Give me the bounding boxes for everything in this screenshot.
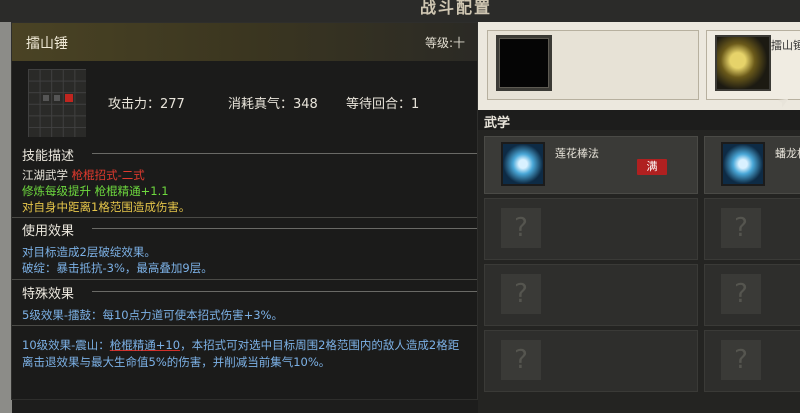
range-cell: [43, 95, 49, 101]
growth-text: 修炼每级提升 枪棍精通+1.1: [22, 184, 169, 198]
attack-stat: 攻击力：277: [108, 97, 185, 112]
section-special-effect-label: 特殊效果: [22, 287, 75, 302]
hammer-icon: [715, 35, 771, 91]
skill-name: 擂山锤: [26, 36, 68, 52]
skill-tooltip: 擂山锤 等级:十 攻击力：277 消耗真气：348 等待回合：1 技能描述 江湖…: [11, 22, 478, 400]
lv10-effect: 10级效果-震山：枪棍精通+10，本招式可对选中目标周围2格范围内的敌人造成2格…: [22, 337, 467, 371]
empty-skill-slot[interactable]: ?: [484, 198, 698, 260]
skill-level: 等级:十: [424, 36, 465, 50]
lv5-effect: 5级效果-擂鼓：每10点力道可使本招式伤害+3%。: [22, 308, 283, 322]
range-grid: [28, 69, 86, 137]
divider: [12, 217, 477, 218]
question-icon: ?: [501, 340, 541, 380]
skill-card-lotus-staff[interactable]: 莲花棒法 满: [484, 136, 698, 194]
empty-skill-slot[interactable]: ?: [704, 330, 800, 392]
equip-slot-1[interactable]: [487, 30, 699, 100]
max-level-badge: 满: [637, 159, 667, 175]
question-icon: ?: [501, 274, 541, 314]
empty-skill-slot[interactable]: ?: [484, 264, 698, 326]
skill-name: 蟠龙棍: [775, 147, 800, 160]
staff-skill-icon: [501, 142, 545, 186]
empty-skill-slot[interactable]: ?: [484, 330, 698, 392]
wait-stat: 等待回合：1: [346, 97, 420, 112]
lv10-highlight: 枪棍精通+10: [109, 338, 181, 352]
question-icon: ?: [721, 340, 761, 380]
school-prefix: 江湖武学: [22, 168, 68, 182]
school-type: 枪棍招式-二式: [71, 168, 145, 182]
question-icon: ?: [721, 208, 761, 248]
martial-arts-label: 武学: [484, 116, 511, 131]
window-title: 战斗配置: [420, 0, 493, 17]
equip-slot-2-name: 擂山锤: [771, 39, 800, 52]
section-use-effect-label: 使用效果: [22, 224, 75, 239]
cost-stat: 消耗真气：348: [228, 97, 318, 112]
skill-name: 莲花棒法: [555, 147, 599, 160]
tooltip-header: 擂山锤 等级:十: [12, 23, 477, 61]
equip-slot-2[interactable]: 擂山锤: [706, 30, 800, 100]
empty-skill-slot[interactable]: ?: [704, 198, 800, 260]
divider: [12, 279, 477, 280]
use-effect-line2: 破绽：暴击抵抗-3%，最高叠加9层。: [22, 261, 213, 275]
lv10-prefix: 10级效果-震山：: [22, 338, 110, 352]
use-effect-line1: 对目标造成2层破绽效果。: [22, 245, 156, 259]
section-divider: [92, 153, 477, 154]
section-skill-desc-label: 技能描述: [22, 149, 75, 164]
staff-skill-icon: [721, 142, 765, 186]
empty-equip-icon: [496, 35, 552, 91]
skill-card-dragon-staff[interactable]: 蟠龙棍: [704, 136, 800, 194]
section-divider: [92, 228, 477, 229]
question-icon: ?: [501, 208, 541, 248]
empty-skill-slot[interactable]: ?: [704, 264, 800, 326]
question-icon: ?: [721, 274, 761, 314]
range-cell: [54, 95, 60, 101]
skill-school: 江湖武学 枪棍招式-二式: [22, 167, 145, 183]
divider: [12, 325, 477, 326]
section-divider: [92, 291, 477, 292]
target-cell: [65, 94, 73, 102]
effect-text: 对自身中距离1格范围造成伤害。: [22, 200, 191, 214]
top-bar: [0, 0, 800, 22]
